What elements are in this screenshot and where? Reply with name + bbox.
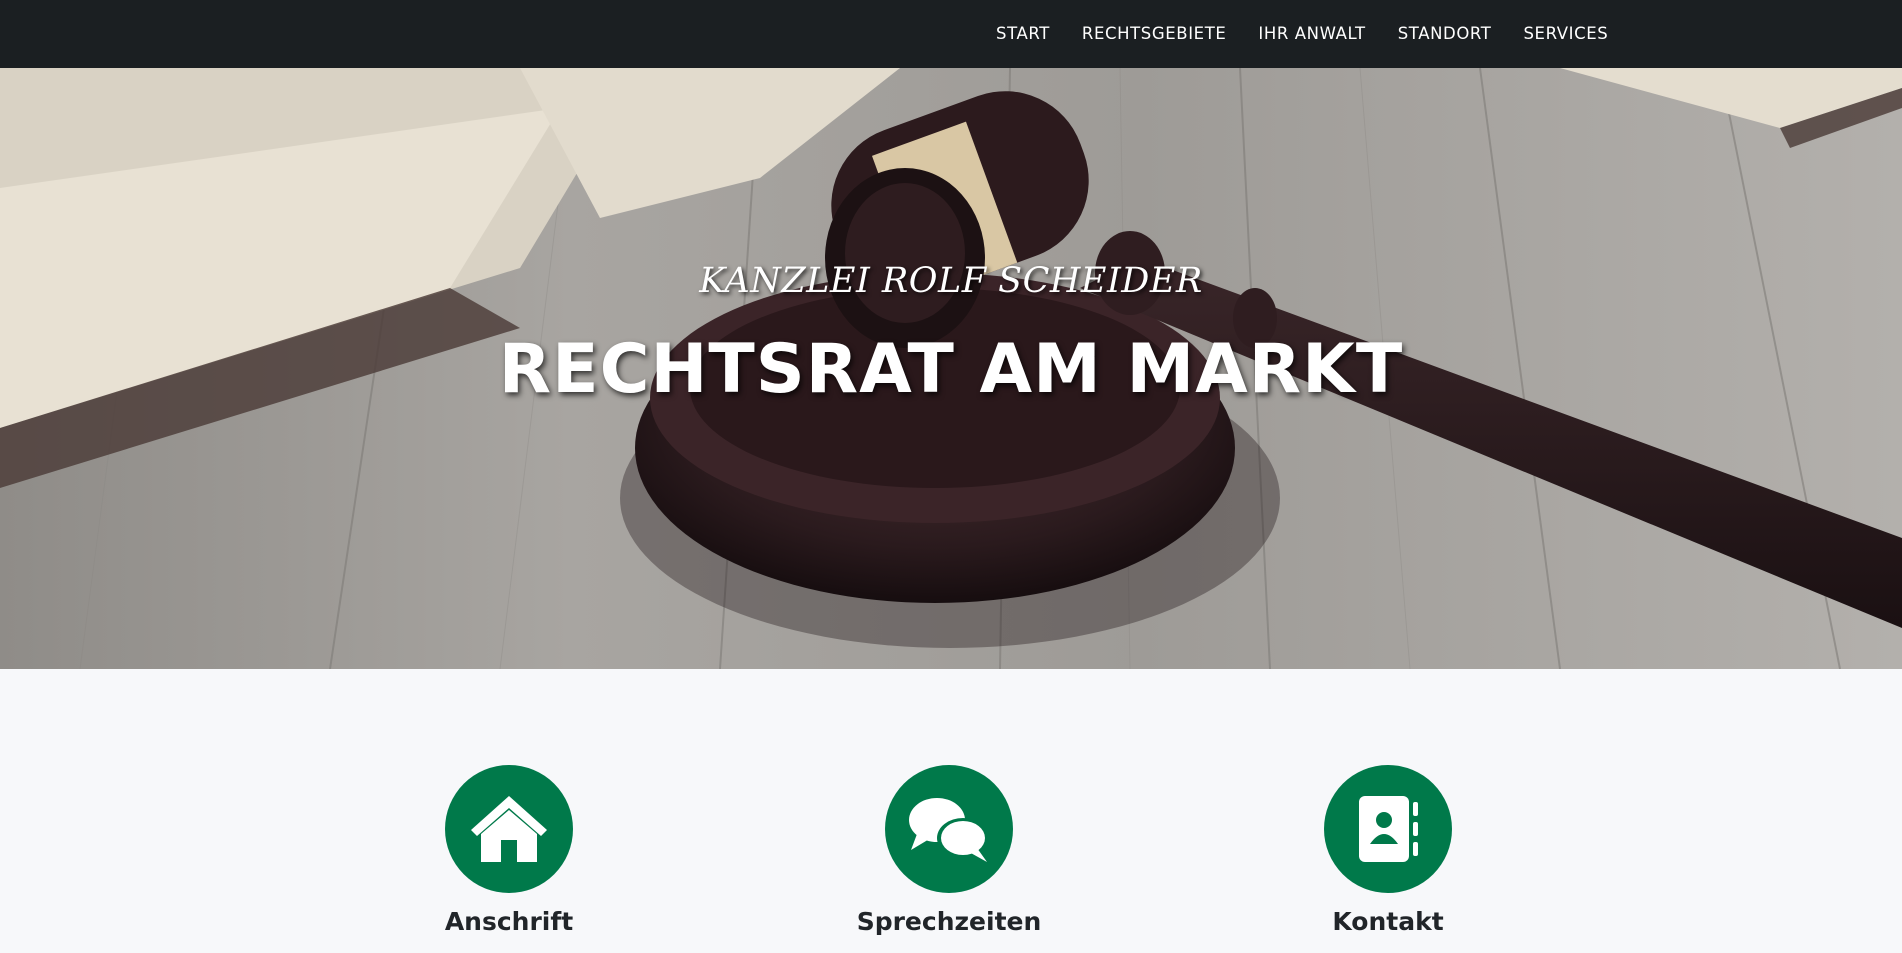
home-icon xyxy=(445,765,573,893)
nav-item-ihr-anwalt[interactable]: IHR ANWALT xyxy=(1242,0,1381,68)
features-section: Anschrift Sprechzeiten Kontakt xyxy=(0,669,1902,953)
address-book-icon xyxy=(1324,765,1452,893)
feature-kontakt[interactable]: Kontakt xyxy=(1258,765,1518,936)
nav-item-rechtsgebiete[interactable]: RECHTSGEBIETE xyxy=(1066,0,1243,68)
nav-item-services[interactable]: SERVICES xyxy=(1507,0,1624,68)
nav-item-start[interactable]: START xyxy=(980,0,1066,68)
comments-icon xyxy=(885,765,1013,893)
feature-anschrift[interactable]: Anschrift xyxy=(379,765,639,936)
nav-item-standort[interactable]: STANDORT xyxy=(1382,0,1508,68)
nav-menu: START RECHTSGEBIETE IHR ANWALT STANDORT … xyxy=(980,0,1624,68)
feature-label: Sprechzeiten xyxy=(856,907,1042,936)
feature-label: Kontakt xyxy=(1332,907,1444,936)
hero-subtitle: KANZLEI ROLF SCHEIDER xyxy=(699,261,1203,301)
top-navbar: START RECHTSGEBIETE IHR ANWALT STANDORT … xyxy=(0,0,1902,68)
feature-label: Anschrift xyxy=(444,907,574,936)
feature-sprechzeiten[interactable]: Sprechzeiten xyxy=(819,765,1079,936)
hero-title: RECHTSRAT AM MARKT xyxy=(498,330,1404,409)
hero-banner: KANZLEI ROLF SCHEIDER RECHTSRAT AM MARKT xyxy=(0,68,1902,669)
